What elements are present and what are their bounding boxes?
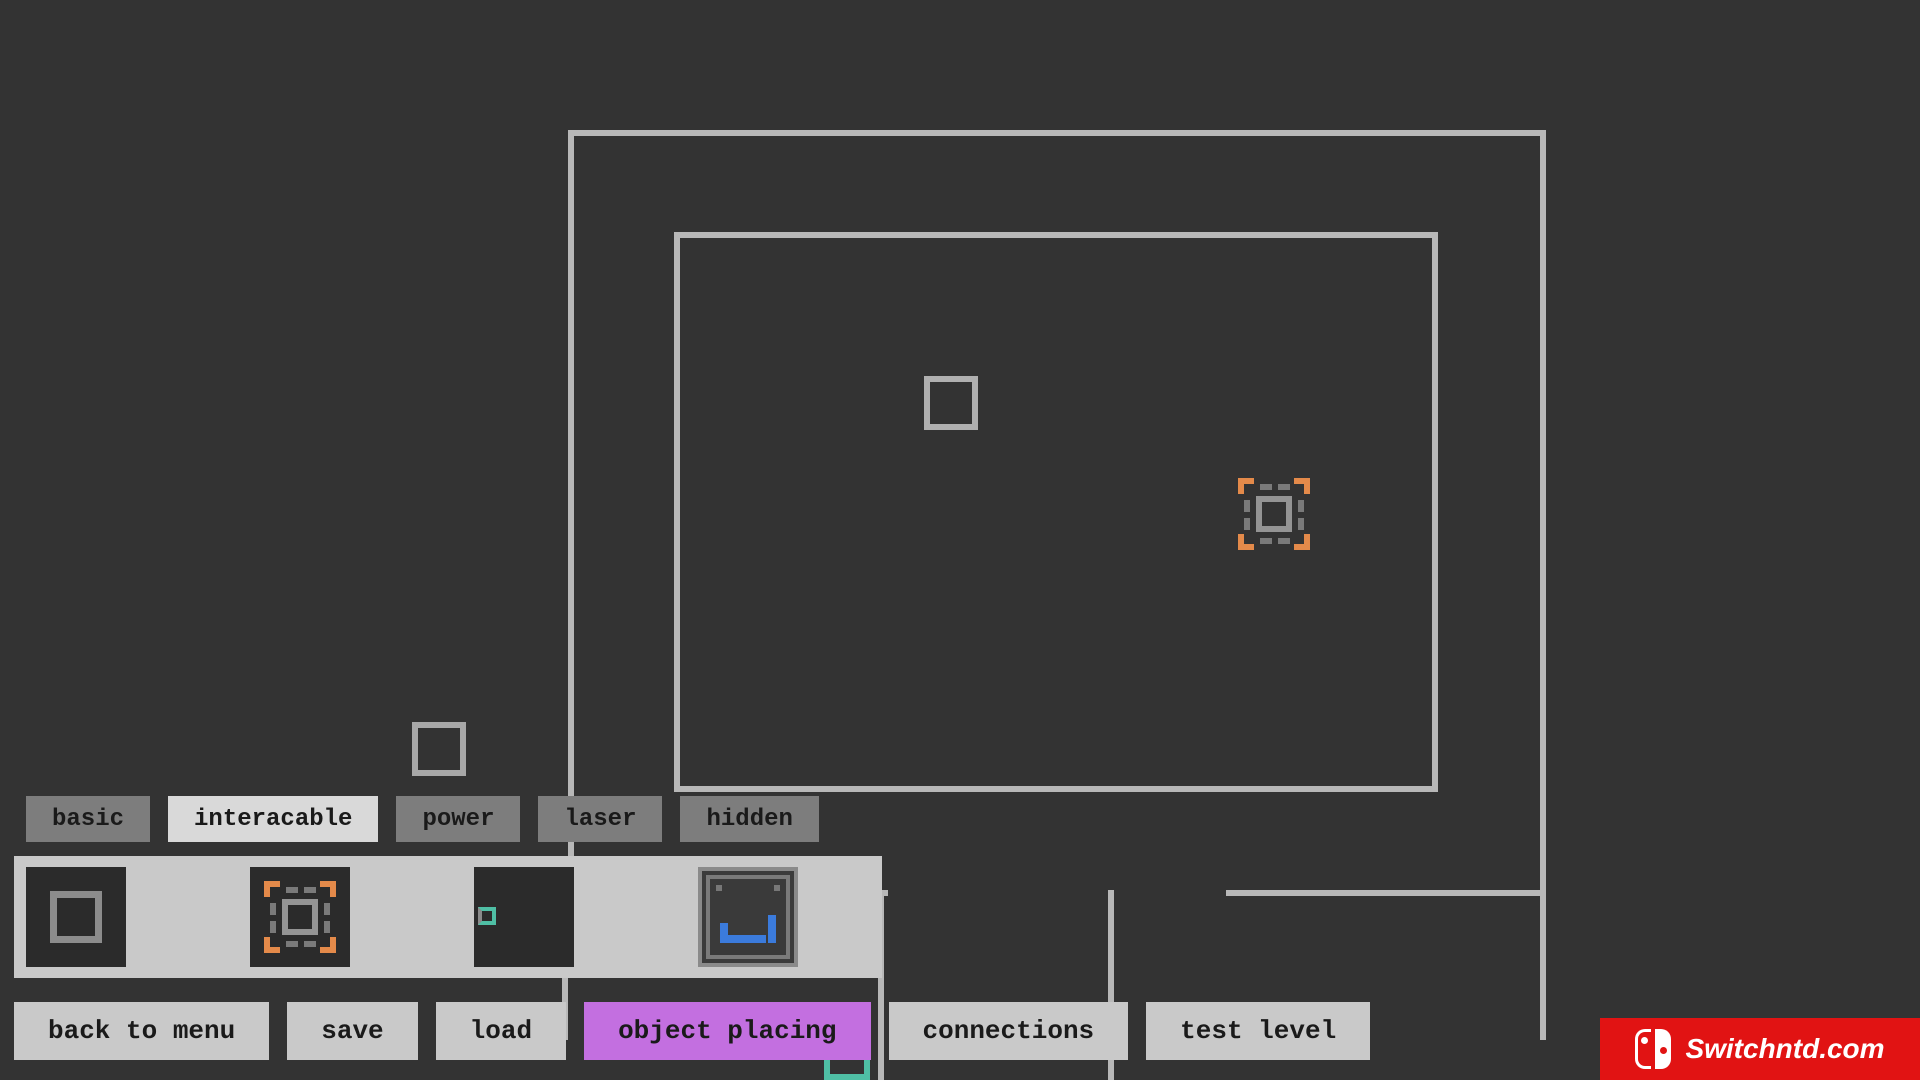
button-label: back to menu — [48, 1016, 235, 1046]
test-level-button[interactable]: test level — [1146, 1002, 1370, 1060]
palette-item-tray[interactable] — [698, 867, 798, 967]
box-icon — [50, 891, 102, 943]
wall-segment — [1540, 890, 1546, 1040]
button-label: save — [321, 1016, 383, 1046]
placed-object-box[interactable] — [924, 376, 978, 430]
connections-button[interactable]: connections — [889, 1002, 1129, 1060]
palette-item-box[interactable] — [26, 867, 126, 967]
wall-inner — [674, 232, 1438, 792]
action-bar: back to menu save load object placing co… — [14, 1002, 1370, 1060]
tab-interacable[interactable]: interacable — [168, 796, 378, 842]
watermark-text: Switchntd.com — [1685, 1033, 1884, 1065]
object-placing-button[interactable]: object placing — [584, 1002, 870, 1060]
button-label: object placing — [618, 1016, 836, 1046]
placed-object-box[interactable] — [412, 722, 466, 776]
switch-logo-icon — [1635, 1029, 1671, 1069]
small-block-icon — [474, 867, 574, 967]
tab-hidden[interactable]: hidden — [680, 796, 818, 842]
back-to-menu-button[interactable]: back to menu — [14, 1002, 269, 1060]
object-palette — [14, 856, 882, 978]
button-label: connections — [923, 1016, 1095, 1046]
save-button[interactable]: save — [287, 1002, 417, 1060]
selection-box-icon — [264, 881, 336, 953]
placed-object-selected[interactable] — [1238, 478, 1310, 550]
tab-label: basic — [52, 806, 124, 833]
button-label: load — [470, 1016, 532, 1046]
tab-power[interactable]: power — [396, 796, 520, 842]
watermark: Switchntd.com — [1600, 1018, 1920, 1080]
tray-icon — [706, 875, 790, 959]
load-button[interactable]: load — [436, 1002, 566, 1060]
category-tabs: basic interacable power laser hidden — [26, 796, 819, 842]
tab-label: laser — [564, 806, 636, 833]
button-label: test level — [1180, 1016, 1336, 1046]
tab-label: power — [422, 806, 494, 833]
tab-basic[interactable]: basic — [26, 796, 150, 842]
tab-laser[interactable]: laser — [538, 796, 662, 842]
palette-item-mini[interactable] — [474, 867, 574, 967]
palette-item-selection[interactable] — [250, 867, 350, 967]
tab-label: hidden — [706, 806, 792, 833]
tab-label: interacable — [194, 806, 352, 833]
